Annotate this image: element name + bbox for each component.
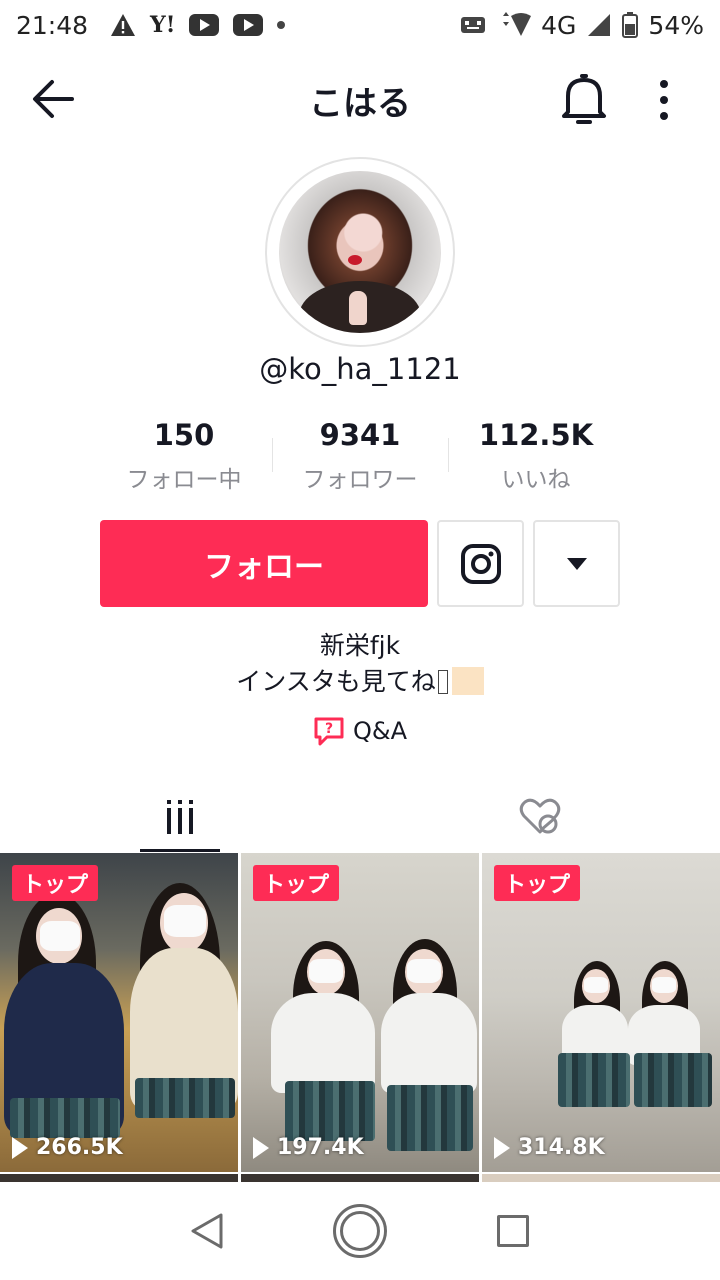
stat-likes[interactable]: 112.5K いいね: [448, 416, 624, 496]
youtube-icon: [233, 14, 264, 36]
stat-label: フォロワー: [302, 467, 418, 493]
video-tile[interactable]: トップ 197.4K: [241, 853, 479, 1172]
triangle-back-icon: [191, 1213, 223, 1249]
videos-grid-icon: [167, 800, 193, 834]
wifi-icon: [497, 12, 532, 38]
qa-label: Q&A: [352, 717, 408, 745]
bell-icon: [562, 74, 606, 124]
warning-icon: [110, 13, 136, 37]
profile-header: こはる: [0, 50, 720, 146]
top-badge: トップ: [12, 865, 99, 901]
skin-tone-emoji-icon: [451, 667, 484, 695]
status-bar: 21:48 Y! 4G 54%: [0, 0, 720, 50]
stat-value: 150: [153, 418, 215, 452]
video-tile[interactable]: トップ 266.5K: [0, 853, 238, 1172]
vibrate-icon: [459, 14, 487, 36]
qa-link[interactable]: ? Q&A: [0, 716, 720, 746]
play-icon: [253, 1136, 269, 1159]
caret-down-icon: [566, 557, 587, 570]
liked-hidden-icon: [519, 798, 561, 834]
play-icon: [494, 1136, 510, 1159]
yahoo-icon: Y!: [150, 12, 176, 38]
signal-icon: [586, 12, 612, 38]
instagram-button[interactable]: [437, 520, 524, 607]
instagram-icon: [460, 543, 501, 584]
home-circle-icon: [332, 1204, 387, 1258]
video-grid: トップ 266.5K トップ 197.4K トップ 314.8K: [0, 853, 720, 1172]
system-recents-button[interactable]: [483, 1201, 543, 1261]
system-status-icons: 4G 54%: [459, 11, 704, 40]
stat-following[interactable]: 150 フォロー中: [96, 416, 272, 496]
bio-line: インスタも見てね: [0, 664, 720, 700]
missing-emoji-icon: [437, 670, 448, 694]
question-bubble-icon: ?: [314, 717, 344, 746]
battery-percent: 54%: [648, 10, 704, 40]
status-time: 21:48: [16, 10, 89, 40]
tab-liked[interactable]: [360, 782, 720, 852]
suggested-accounts-dropdown[interactable]: [533, 520, 620, 607]
recents-square-icon: [497, 1215, 530, 1247]
system-home-button[interactable]: [330, 1201, 390, 1261]
view-count: 197.4K: [253, 1135, 364, 1160]
notification-bell-button[interactable]: [558, 72, 610, 128]
profile-tabs: [0, 782, 720, 852]
play-icon: [12, 1136, 28, 1159]
stat-value: 112.5K: [478, 418, 594, 452]
view-count: 266.5K: [12, 1135, 123, 1160]
svg-text:?: ?: [325, 721, 333, 737]
system-navigation-bar: [0, 1182, 720, 1280]
youtube-icon: [189, 14, 220, 36]
username: @ko_ha_1121: [259, 352, 461, 386]
top-badge: トップ: [494, 865, 581, 901]
notification-icons: Y!: [110, 12, 286, 38]
more-options-button[interactable]: [644, 74, 684, 126]
profile-bio: 新栄fjk インスタも見てね: [0, 628, 720, 700]
dot-icon: [277, 21, 286, 29]
video-grid-next-row: [0, 1174, 720, 1182]
battery-icon: [622, 12, 639, 38]
stat-label: フォロー中: [126, 467, 242, 493]
video-tile[interactable]: トップ 314.8K: [482, 853, 720, 1172]
network-type: 4G: [541, 10, 577, 40]
stat-label: いいね: [501, 467, 571, 493]
bio-line: 新栄fjk: [319, 631, 401, 660]
follow-button[interactable]: フォロー: [100, 520, 428, 607]
view-count: 314.8K: [494, 1135, 605, 1160]
profile-stats: 150 フォロー中 9341 フォロワー 112.5K いいね: [96, 416, 624, 496]
stat-value: 9341: [319, 418, 401, 452]
more-vertical-icon: [660, 80, 668, 88]
tab-videos[interactable]: [0, 782, 360, 852]
stat-followers[interactable]: 9341 フォロワー: [272, 416, 448, 496]
top-badge: トップ: [253, 865, 340, 901]
avatar[interactable]: [265, 157, 455, 347]
system-back-button[interactable]: [177, 1201, 237, 1261]
avatar-image: [279, 171, 441, 333]
page-title: こはる: [309, 84, 411, 124]
